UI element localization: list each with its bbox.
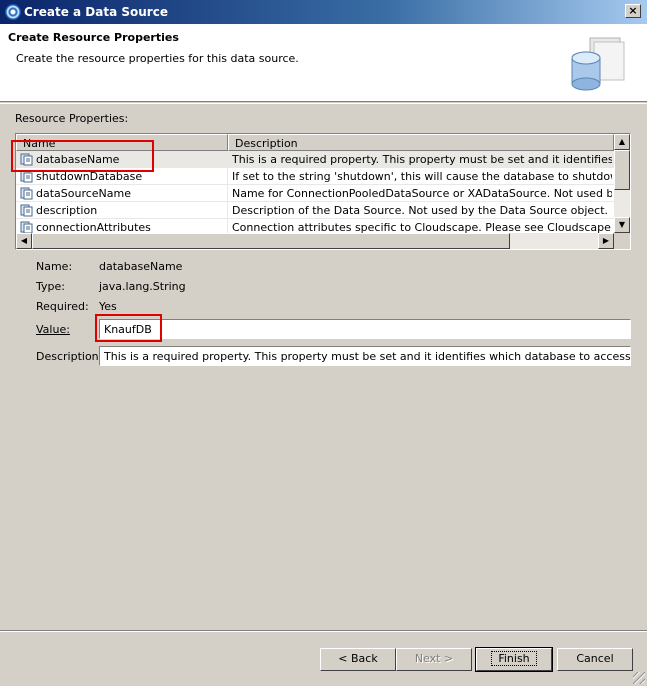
column-header-description[interactable]: Description (228, 134, 614, 151)
scroll-left-icon[interactable]: ◀ (16, 233, 32, 249)
row-name: databaseName (36, 153, 120, 166)
row-name: dataSourceName (36, 187, 132, 200)
vertical-scrollbar[interactable]: ▲ ▼ (614, 134, 630, 233)
table-header: Name Description (16, 134, 614, 151)
app-spiral-icon (5, 4, 21, 20)
back-button[interactable]: < Back (320, 648, 396, 671)
property-icon (20, 204, 33, 217)
value-input[interactable]: KnaufDB (99, 319, 631, 339)
cancel-button[interactable]: Cancel (557, 648, 633, 671)
database-icon (571, 37, 625, 91)
resource-properties-label: Resource Properties: (15, 112, 129, 125)
page-description: Create the resource properties for this … (16, 52, 299, 65)
close-icon[interactable]: × (625, 4, 641, 18)
scroll-up-icon[interactable]: ▲ (614, 134, 630, 150)
row-description: Description of the Data Source. Not used… (232, 204, 612, 217)
next-button[interactable]: Next > (396, 648, 472, 671)
scrollbar-corner (614, 233, 630, 249)
name-label: Name: (36, 260, 73, 273)
table-row[interactable]: dataSourceName Name for ConnectionPooled… (16, 185, 614, 202)
type-value: java.lang.String (99, 280, 186, 293)
type-label: Type: (36, 280, 65, 293)
table-row[interactable]: description Description of the Data Sour… (16, 202, 614, 219)
name-value: databaseName (99, 260, 183, 273)
scroll-right-icon[interactable]: ▶ (598, 233, 614, 249)
column-header-name[interactable]: Name (16, 134, 228, 151)
property-icon (20, 187, 33, 200)
horizontal-scrollbar[interactable]: ◀ ▶ (16, 233, 614, 249)
row-name: shutdownDatabase (36, 170, 143, 183)
title-bar: Create a Data Source × (0, 0, 647, 24)
properties-table[interactable]: Name Description databaseName This is a … (15, 133, 631, 250)
description-label: Description: (36, 350, 103, 363)
scroll-down-icon[interactable]: ▼ (614, 217, 630, 233)
value-label: Value: (36, 323, 70, 336)
row-description: Name for ConnectionPooledDataSource or X… (232, 187, 612, 200)
finish-button[interactable]: Finish (475, 647, 553, 672)
row-description: If set to the string 'shutdown', this wi… (232, 170, 612, 183)
page-title: Create Resource Properties (8, 31, 179, 44)
description-field: This is a required property. This proper… (99, 346, 631, 366)
horizontal-scroll-thumb[interactable] (32, 233, 510, 249)
header-divider (0, 103, 647, 104)
button-separator (0, 630, 647, 632)
row-name: description (36, 204, 98, 217)
vertical-scroll-thumb[interactable] (614, 150, 630, 190)
required-label: Required: (36, 300, 89, 313)
table-row[interactable]: shutdownDatabase If set to the string 's… (16, 168, 614, 185)
required-value: Yes (99, 300, 117, 313)
property-icon (20, 153, 33, 166)
window-title: Create a Data Source (24, 5, 168, 19)
row-description: This is a required property. This proper… (232, 153, 612, 166)
property-icon (20, 170, 33, 183)
resize-grip-icon[interactable] (633, 672, 645, 684)
table-row[interactable]: databaseName This is a required property… (16, 151, 614, 168)
wizard-header: Create Resource Properties Create the re… (0, 24, 647, 102)
finish-button-label: Finish (491, 651, 537, 666)
